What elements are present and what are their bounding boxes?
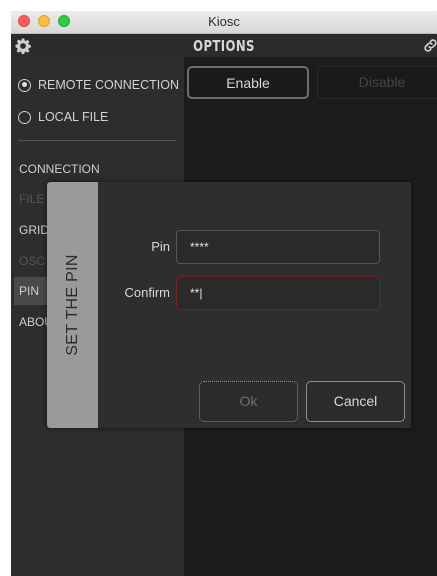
cancel-button[interactable]: Cancel — [306, 381, 405, 422]
options-title: OPTIONS — [193, 37, 255, 55]
sidebar-divider — [18, 140, 176, 141]
pin-label: Pin — [151, 239, 170, 254]
link-icon[interactable] — [422, 37, 437, 54]
radio-selected-icon[interactable] — [18, 78, 31, 92]
confirm-pin-input[interactable] — [176, 276, 380, 310]
radio-unselected-icon[interactable] — [18, 110, 31, 124]
sidebar-item-pin[interactable]: PIN — [14, 277, 49, 305]
options-toolbar: OPTIONS — [11, 34, 437, 57]
remote-connection-option[interactable]: REMOTE CONNECTION — [18, 76, 179, 94]
ok-button[interactable]: Ok — [199, 381, 298, 422]
dialog-title: SET THE PIN — [64, 254, 81, 356]
set-pin-dialog: SET THE PIN Pin Confirm Ok Cancel — [47, 182, 411, 428]
local-file-label: LOCAL FILE — [38, 110, 109, 124]
disable-button: Disable — [317, 66, 437, 99]
sidebar-item-connection[interactable]: CONNECTION — [14, 155, 184, 183]
window-title: Kiosc — [208, 14, 240, 29]
remote-connection-label: REMOTE CONNECTION — [38, 78, 179, 92]
title-bar: Kiosc — [11, 11, 437, 34]
dialog-title-strip: SET THE PIN — [47, 182, 98, 428]
confirm-label: Confirm — [124, 285, 170, 300]
gear-icon[interactable] — [14, 37, 32, 55]
enable-button[interactable]: Enable — [187, 66, 309, 99]
local-file-option[interactable]: LOCAL FILE — [18, 108, 108, 126]
pin-input[interactable] — [176, 230, 380, 264]
